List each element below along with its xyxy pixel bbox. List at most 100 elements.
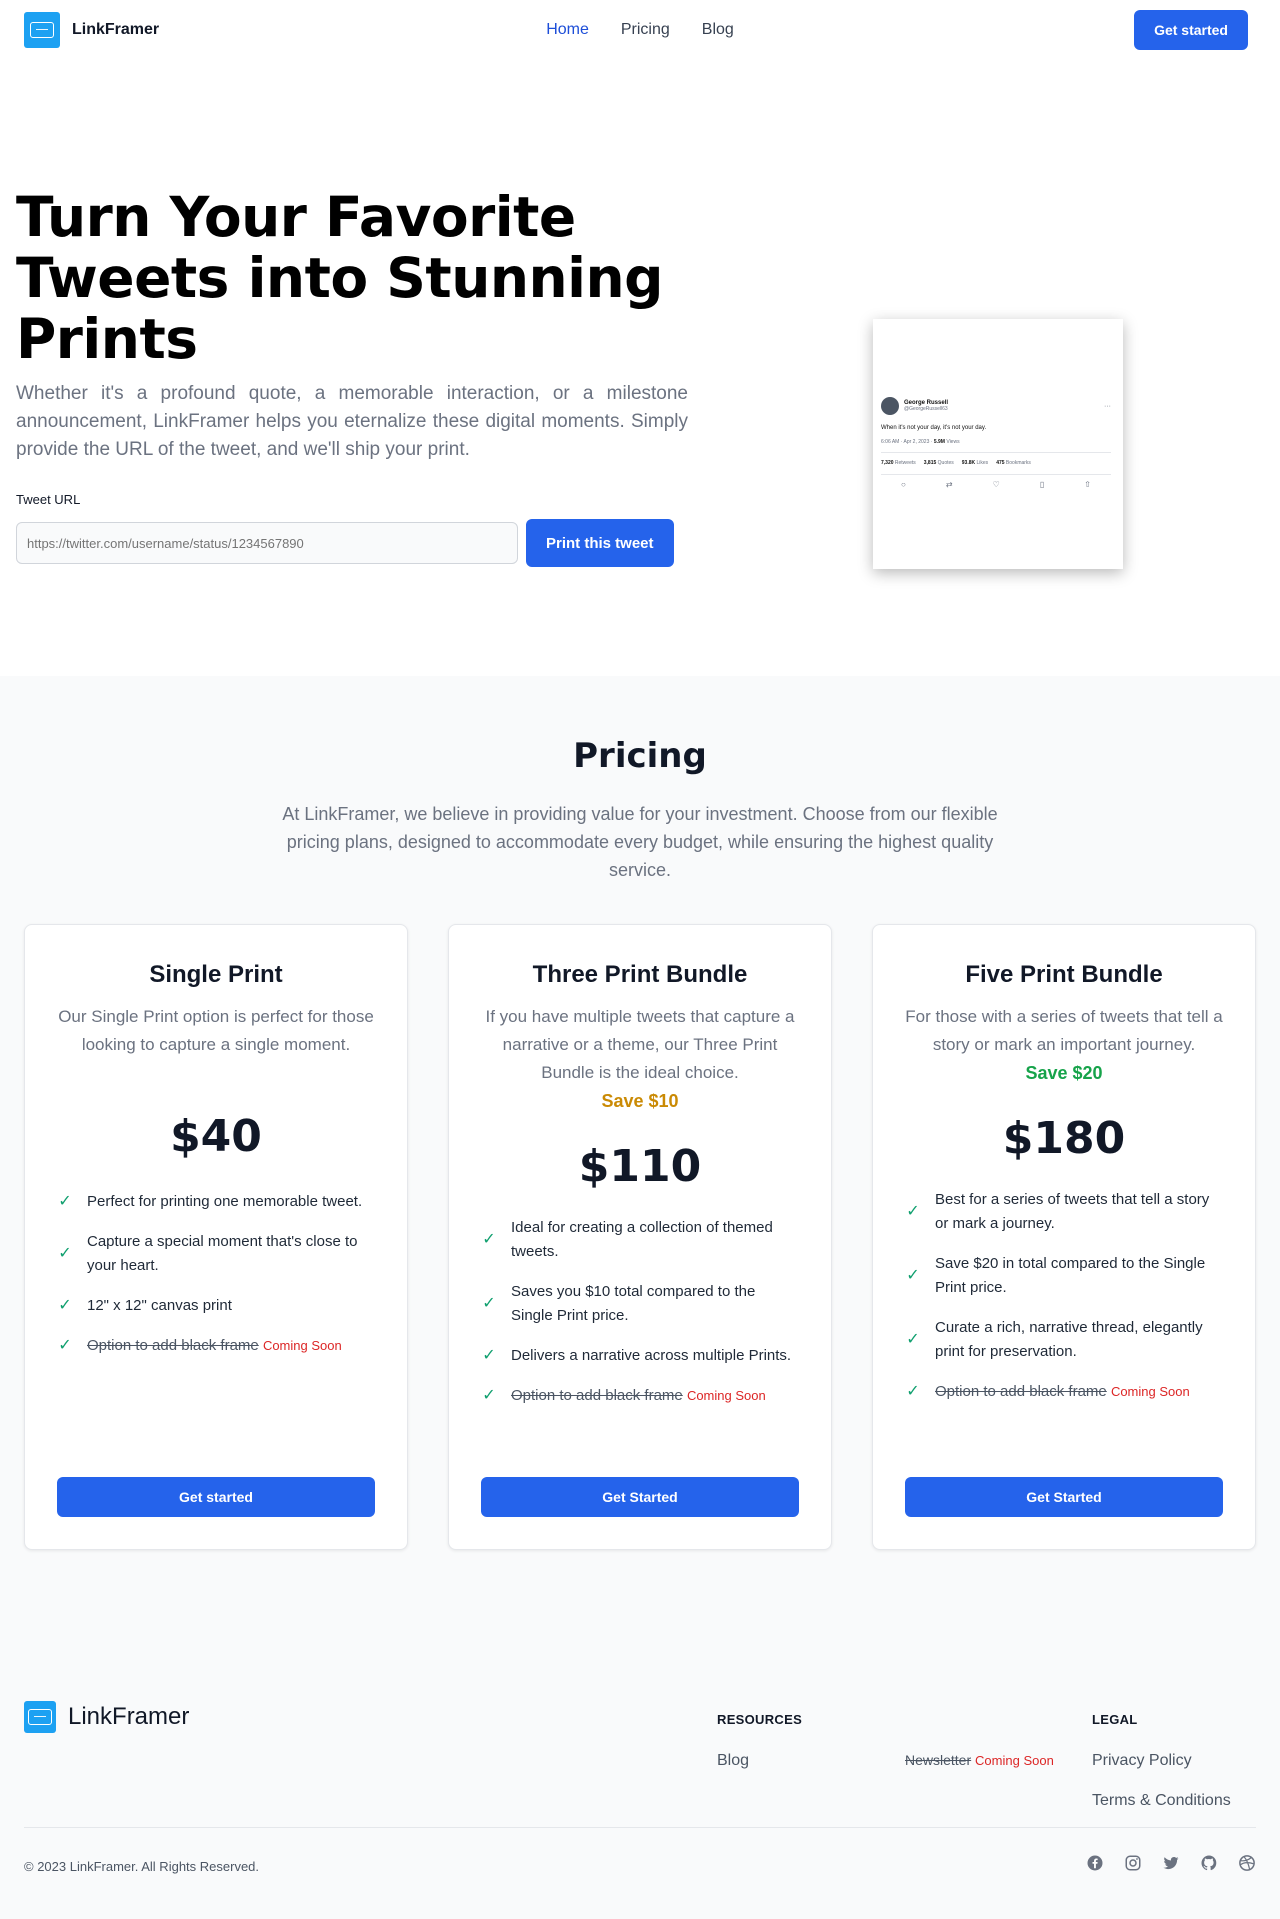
feature-text: Curate a rich, narrative thread, elegant…	[935, 1319, 1203, 1360]
feature-text: 12" x 12" canvas print	[87, 1297, 232, 1314]
brand-link[interactable]: LinkFramer	[24, 12, 159, 48]
tweet-stat: 7,320 Retweets	[881, 460, 916, 466]
top-nav: LinkFramer Home Pricing Blog Get started	[0, 0, 1280, 60]
bookmark-icon: ▯	[1039, 480, 1045, 489]
tweet-stat: 475 Bookmarks	[996, 460, 1031, 466]
dribbble-icon[interactable]	[1238, 1854, 1256, 1872]
tweet-stat: 93.8K Likes	[962, 460, 988, 466]
logo-icon	[24, 12, 60, 48]
feature-text: Saves you $10 total compared to the Sing…	[511, 1283, 756, 1324]
check-icon: ✓	[906, 1203, 920, 1220]
plan-feature: ✓ Saves you $10 total compared to the Sin…	[481, 1280, 799, 1328]
stat-label: Likes	[975, 460, 989, 466]
feature-text: Save $20 in total compared to the Single…	[935, 1255, 1206, 1296]
get-started-button-five[interactable]: Get Started	[905, 1477, 1223, 1517]
tweet-stat: 3,815 Quotes	[924, 460, 954, 466]
nav-link-blog[interactable]: Blog	[702, 21, 734, 39]
get-started-button-single[interactable]: Get started	[57, 1477, 375, 1517]
like-icon: ♡	[992, 480, 1000, 489]
check-icon: ✓	[906, 1383, 920, 1400]
tweet-url-label: Tweet URL	[16, 492, 81, 507]
get-started-button-three[interactable]: Get Started	[481, 1477, 799, 1517]
footer: LinkFramer RESOURCES Blog Newsletter Com…	[0, 1684, 1280, 1919]
check-icon: ✓	[906, 1267, 920, 1284]
plan-feature: ✓ Option to add black frame Coming Soon	[481, 1384, 799, 1408]
plan-features: ✓ Ideal for creating a collection of them…	[481, 1216, 799, 1408]
pricing-card-three-print: Three Print Bundle If you have multiple …	[448, 924, 832, 1550]
footer-link-newsletter[interactable]: Newsletter Coming Soon	[905, 1752, 1054, 1768]
tweet-views-label: Views	[944, 439, 960, 445]
pricing-section: Pricing At LinkFramer, we believe in pro…	[0, 676, 1280, 1684]
reply-icon: ○	[901, 480, 906, 489]
footer-link-blog[interactable]: Blog	[717, 1752, 749, 1770]
tweet-meta: 6:06 AM · Apr 2, 2023 · 5.9M Views	[881, 439, 1111, 445]
coming-soon-badge: Coming Soon	[262, 1338, 342, 1353]
facebook-icon[interactable]	[1086, 1854, 1104, 1872]
strike-feature-text: Option to add black frame	[935, 1383, 1107, 1400]
plan-feature: ✓ Ideal for creating a collection of them…	[481, 1216, 799, 1264]
plan-feature: ✓ Best for a series of tweets that tell a…	[905, 1188, 1223, 1236]
plan-description: If you have multiple tweets that capture…	[485, 1007, 795, 1082]
check-icon: ✓	[58, 1245, 72, 1262]
instagram-icon[interactable]	[1124, 1854, 1142, 1872]
feature-text: Capture a special moment that's close to…	[87, 1233, 358, 1274]
tweet-time: 6:06 AM · Apr 2, 2023 ·	[881, 439, 934, 445]
plan-save-badge: Save $10	[601, 1091, 679, 1111]
tweet-author-handle: @GeorgeRussell63	[904, 406, 948, 412]
avatar	[881, 397, 899, 415]
coming-soon-badge: Coming Soon	[975, 1753, 1054, 1768]
stat-label: Quotes	[936, 460, 954, 466]
hero-content: Turn Your Favorite Tweets into Stunning …	[16, 187, 688, 567]
more-icon: ···	[1104, 402, 1111, 410]
stat-number: 7,320	[881, 460, 894, 466]
stat-number: 475	[996, 460, 1005, 466]
footer-legal-title: LEGAL	[1092, 1712, 1138, 1727]
coming-soon-badge: Coming Soon	[1110, 1384, 1190, 1399]
plan-features: ✓ Best for a series of tweets that tell a…	[905, 1188, 1223, 1404]
footer-link-terms[interactable]: Terms & Conditions	[1092, 1792, 1231, 1810]
plan-description: Our Single Print option is perfect for t…	[58, 1007, 374, 1054]
plan-feature: ✓ 12" x 12" canvas print	[57, 1294, 375, 1318]
twitter-icon[interactable]	[1162, 1854, 1180, 1872]
stat-label: Bookmarks	[1004, 460, 1031, 466]
stat-number: 93.8K	[961, 460, 976, 466]
tweet-url-input[interactable]	[16, 522, 518, 564]
check-icon: ✓	[58, 1193, 72, 1210]
hero-title: Turn Your Favorite Tweets into Stunning …	[16, 185, 664, 371]
social-links	[1086, 1854, 1256, 1872]
strike-feature-text: Option to add black frame	[511, 1387, 683, 1404]
feature-text: Ideal for creating a collection of theme…	[511, 1219, 773, 1260]
tweet-header: George Russell @GeorgeRussell63 ···	[881, 397, 1111, 415]
plan-features: ✓ Perfect for printing one memorable twee…	[57, 1190, 375, 1358]
plan-feature: ✓ Delivers a narrative across multiple Pr…	[481, 1344, 799, 1368]
footer-brand-name: LinkFramer	[68, 1703, 190, 1730]
plan-name: Single Print	[149, 961, 283, 988]
retweet-icon: ⇄	[945, 480, 953, 489]
check-icon: ✓	[482, 1231, 496, 1248]
logo-icon	[24, 1701, 56, 1733]
nav-links: Home Pricing Blog	[546, 21, 734, 39]
nav-link-pricing[interactable]: Pricing	[621, 21, 670, 39]
hero-section: Turn Your Favorite Tweets into Stunning …	[0, 60, 1280, 676]
footer-brand-link[interactable]: LinkFramer	[24, 1701, 189, 1733]
plan-price: $110	[578, 1141, 702, 1192]
plan-price: $40	[170, 1111, 262, 1162]
nav-get-started-button[interactable]: Get started	[1134, 10, 1248, 50]
plan-name: Three Print Bundle	[532, 961, 748, 988]
tweet-views-count: 5.9M	[933, 439, 945, 445]
footer-resources-title: RESOURCES	[717, 1712, 803, 1727]
strike-feature-text: Option to add black frame	[87, 1337, 259, 1354]
stat-number: 3,815	[923, 460, 937, 466]
pricing-card-single-print: Single Print Our Single Print option is …	[24, 924, 408, 1550]
nav-link-home[interactable]: Home	[546, 21, 589, 39]
newsletter-text: Newsletter	[905, 1752, 972, 1768]
coming-soon-badge: Coming Soon	[686, 1388, 766, 1403]
plan-feature: ✓ Option to add black frame Coming Soon	[57, 1334, 375, 1358]
check-icon: ✓	[482, 1347, 496, 1364]
footer-link-privacy[interactable]: Privacy Policy	[1092, 1752, 1192, 1770]
pricing-card-five-print: Five Print Bundle For those with a serie…	[872, 924, 1256, 1550]
print-tweet-button[interactable]: Print this tweet	[526, 519, 674, 567]
feature-text: Best for a series of tweets that tell a …	[935, 1191, 1210, 1232]
github-icon[interactable]	[1200, 1854, 1218, 1872]
share-icon: ⇧	[1084, 480, 1091, 489]
